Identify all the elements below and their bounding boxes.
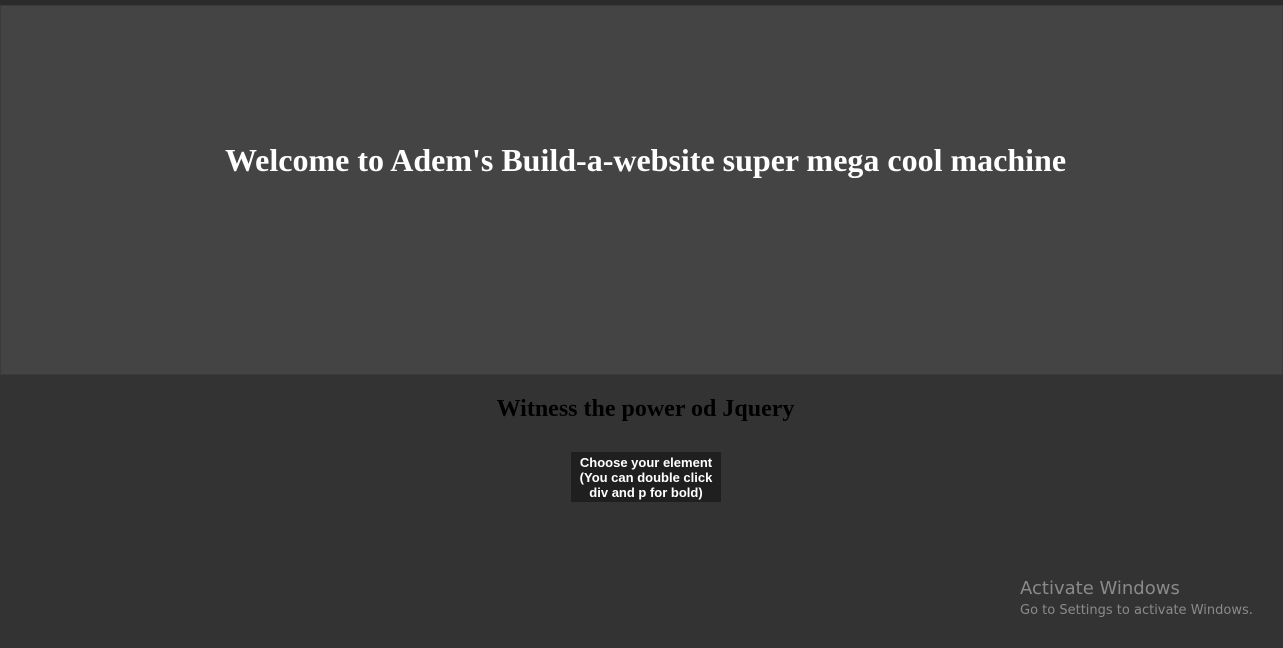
watermark-title: Activate Windows — [1020, 578, 1180, 599]
choose-element-label: Choose your element — [579, 454, 713, 470]
watermark-subtitle: Go to Settings to activate Windows. — [1020, 603, 1253, 618]
choose-element-hint-line2: div and p for bold) — [589, 484, 703, 500]
hero-banner — [0, 5, 1283, 375]
hero-title: Welcome to Adem's Build-a-website super … — [224, 142, 1067, 178]
page-subtitle: Witness the power od Jquery — [496, 396, 795, 422]
choose-element-hint-line1: (You can double click — [579, 469, 713, 485]
activate-windows-watermark: Activate Windows Go to Settings to activ… — [1020, 577, 1253, 621]
choose-element-button[interactable]: Choose your element (You can double clic… — [571, 452, 721, 502]
